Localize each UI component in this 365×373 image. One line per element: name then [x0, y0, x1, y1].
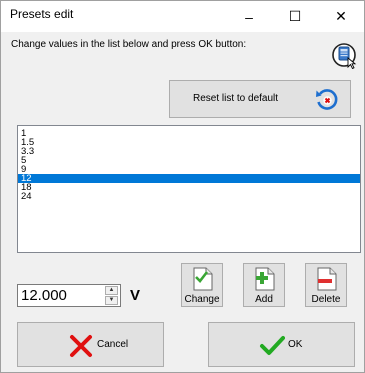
delete-icon: [317, 267, 337, 291]
chevron-down-icon: ▼: [108, 297, 115, 303]
presets-edit-dialog: Presets edit – ☐ ✕ Change values in the …: [0, 0, 365, 373]
list-item[interactable]: 3.3: [18, 147, 360, 157]
spin-up-button[interactable]: ▲: [105, 286, 118, 295]
window-title: Presets edit: [10, 7, 74, 21]
close-button[interactable]: ✕: [318, 1, 364, 32]
reset-list-label: Reset list to default: [193, 93, 279, 104]
minimize-icon: –: [245, 8, 253, 25]
maximize-button[interactable]: ☐: [272, 1, 318, 32]
change-label: Change: [184, 294, 220, 305]
add-button[interactable]: Add: [243, 263, 285, 307]
checkmark-icon: [260, 336, 285, 355]
list-item[interactable]: 9: [18, 165, 360, 175]
close-icon: ✕: [335, 8, 347, 24]
spin-down-button[interactable]: ▼: [105, 296, 118, 305]
add-label: Add: [255, 294, 273, 305]
list-item[interactable]: 1: [18, 129, 360, 139]
spin-arrows: ▲ ▼: [105, 286, 119, 305]
value-spinbox[interactable]: 12.000 ▲ ▼: [17, 284, 121, 307]
list-item[interactable]: 12: [18, 174, 360, 183]
unit-label: V: [130, 287, 141, 304]
maximize-icon: ☐: [288, 8, 302, 24]
presets-list[interactable]: 1 1.5 3.3 5 9 12 18 24: [17, 125, 361, 253]
list-item[interactable]: 1.5: [18, 138, 360, 148]
ok-label: OK: [288, 339, 303, 350]
list-item[interactable]: 24: [18, 192, 360, 202]
help-button[interactable]: [331, 41, 359, 70]
instruction-text: Change values in the list below and pres…: [11, 39, 247, 50]
delete-button[interactable]: Delete: [305, 263, 347, 307]
change-icon: [193, 267, 213, 291]
list-item[interactable]: 18: [18, 183, 360, 193]
cancel-button[interactable]: Cancel: [17, 322, 164, 367]
reset-list-button[interactable]: Reset list to default: [169, 80, 351, 118]
title-bar[interactable]: Presets edit – ☐ ✕: [1, 1, 364, 32]
cancel-icon: [70, 335, 92, 357]
chevron-up-icon: ▲: [108, 287, 115, 293]
reset-icon: [316, 89, 338, 110]
minimize-button[interactable]: –: [226, 1, 272, 32]
list-item[interactable]: 5: [18, 156, 360, 166]
change-button[interactable]: Change: [181, 263, 223, 307]
help-icon: [332, 43, 357, 70]
add-icon: [255, 267, 275, 291]
ok-button[interactable]: OK: [208, 322, 355, 367]
cancel-label: Cancel: [97, 339, 129, 350]
value-field[interactable]: 12.000: [21, 287, 67, 304]
delete-label: Delete: [311, 294, 341, 305]
